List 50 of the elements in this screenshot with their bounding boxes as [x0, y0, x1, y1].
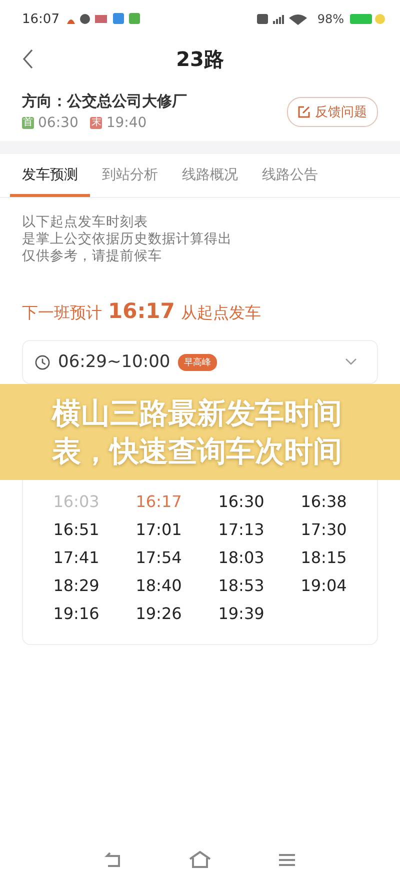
departure-time: 18:40	[134, 575, 183, 596]
departure-time: 18:29	[52, 575, 100, 596]
back-icon[interactable]	[104, 852, 122, 868]
notice-text: 以下起点发车时刻表	[22, 214, 149, 231]
departure-time: 17:13	[217, 519, 266, 540]
chat-bubble-icon	[80, 14, 90, 24]
last-bus-badge: 末	[90, 117, 102, 129]
departure-time: 18:53	[217, 575, 266, 596]
tab[interactable]: 到站分析	[90, 154, 170, 197]
departure-time: 16:30	[217, 491, 266, 512]
clock: 16:07	[22, 12, 60, 26]
departure-time: 16:03	[52, 491, 100, 512]
departure-time: 18:03	[217, 547, 266, 568]
departure-time: 17:30	[300, 519, 348, 540]
title-banner: 横山三路最新发车时间表，快速查询车次时间	[0, 384, 400, 480]
home-icon[interactable]	[188, 851, 211, 869]
battery-level: 98%	[317, 12, 344, 26]
departure-time: 16:51	[52, 519, 100, 540]
menu-icon[interactable]	[278, 853, 296, 867]
edit-icon	[298, 106, 310, 118]
first-bus-badge: 首	[22, 117, 34, 129]
next-bus-label: 从起点发车	[180, 303, 261, 324]
tab[interactable]: 线路公告	[250, 154, 330, 197]
first-bus-time: 06:30	[38, 115, 78, 131]
departure-time: 19:04	[300, 575, 348, 596]
clock-icon	[35, 354, 50, 370]
tab[interactable]: 线路概况	[170, 154, 250, 197]
departure-time: 16:17	[134, 491, 183, 512]
departure-time: 17:41	[52, 547, 100, 568]
period-card[interactable]: 06:29~10:00 早高峰	[22, 340, 378, 384]
departure-time: 16:38	[300, 491, 348, 512]
departure-time: 19:39	[217, 603, 266, 624]
page-title: 23路	[176, 46, 224, 72]
back-icon[interactable]	[22, 49, 34, 69]
next-bus-label: 下一班预计	[22, 303, 102, 324]
period-time: 06:29~10:00	[58, 352, 170, 372]
battery-icon	[350, 13, 386, 25]
direction-label: 方向：公交总公司大修厂	[22, 92, 188, 111]
notice-text: 是掌上公交依据历史数据计算得出	[22, 231, 233, 248]
departure-time: 19:26	[134, 603, 183, 624]
notice-text: 仅供参考，请提前候车	[22, 248, 163, 265]
departure-time: 18:15	[300, 547, 348, 568]
tab[interactable]: 发车预测	[10, 154, 90, 197]
departure-time: 19:16	[52, 603, 100, 624]
departure-time: 17:01	[134, 519, 183, 540]
next-bus-time: 16:17	[108, 299, 175, 323]
departure-time: 17:54	[134, 547, 183, 568]
feedback-button[interactable]: 反馈问题	[287, 96, 378, 126]
last-bus-time: 19:40	[106, 115, 147, 131]
peak-tag: 早高峰	[178, 354, 218, 370]
